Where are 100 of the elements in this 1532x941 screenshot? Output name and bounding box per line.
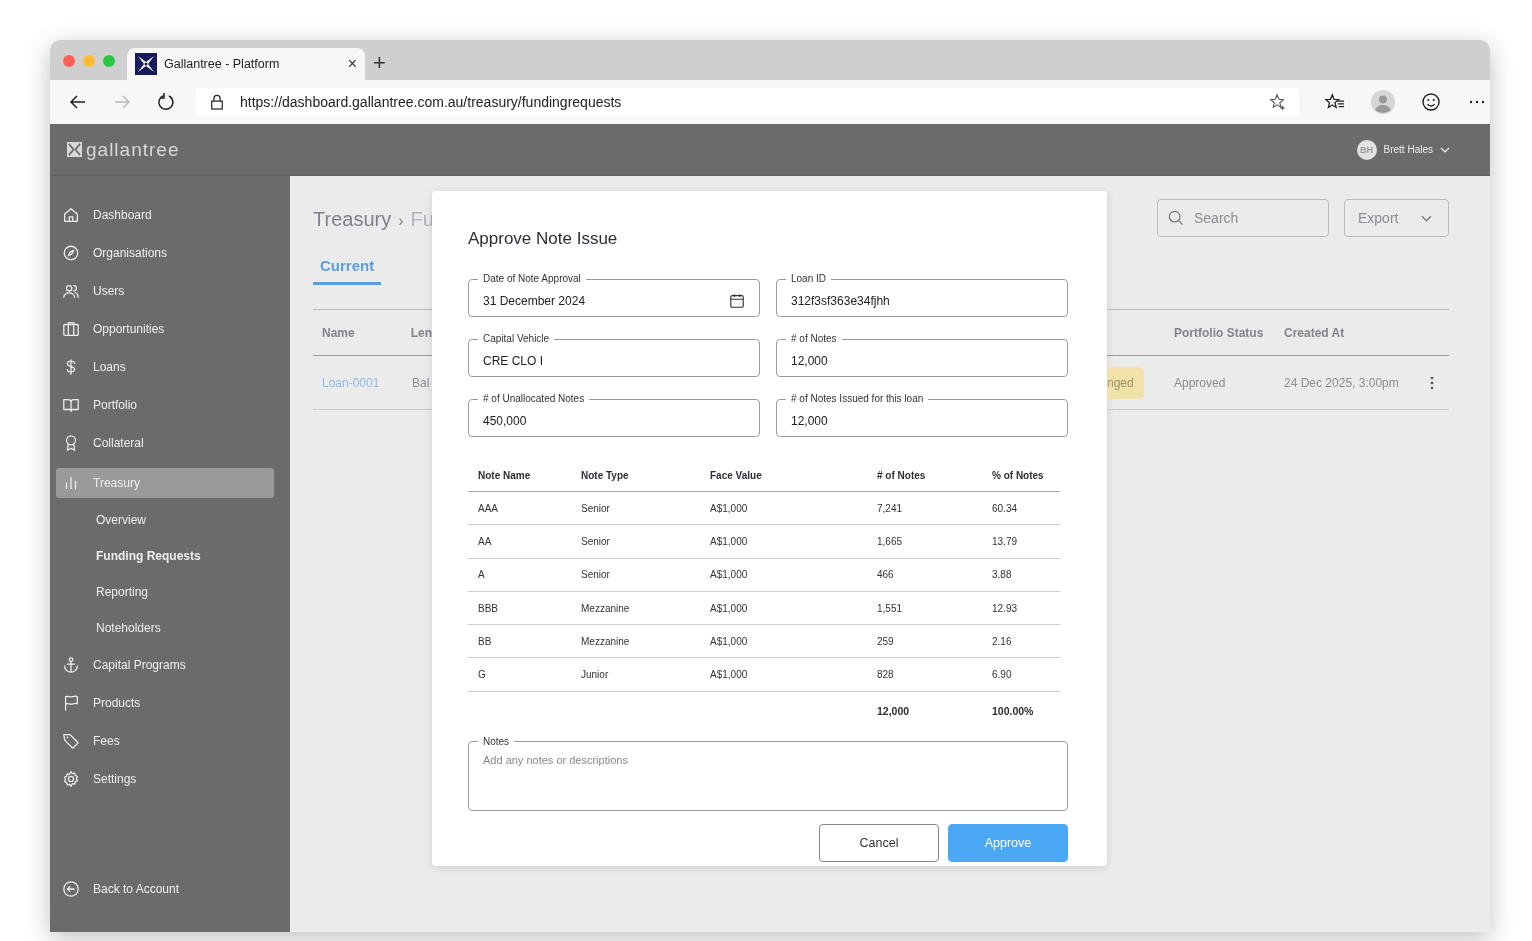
sidebar-subitem[interactable]: Reporting	[56, 574, 274, 610]
sidebar-item[interactable]: Portfolio	[56, 386, 274, 424]
book-icon	[62, 396, 80, 414]
sidebar-item[interactable]: Organisations	[56, 234, 274, 272]
table-cell-text: 828	[877, 669, 895, 681]
table-cell-text: 6.90	[992, 669, 1013, 681]
sidebar-item[interactable]: Treasury	[56, 468, 274, 498]
briefcase-icon	[62, 320, 80, 338]
user-menu[interactable]: BH Brett Hales	[1356, 139, 1450, 160]
table-cell-text: 3.88	[992, 569, 1013, 581]
table-cell-text: A$1,000	[710, 635, 749, 647]
chevron-down-icon	[1421, 214, 1432, 222]
sidebar-item[interactable]: Collateral	[56, 424, 274, 462]
approve-button[interactable]: Approve	[948, 823, 1068, 862]
notes-input[interactable]: Add any notes or descriptions	[483, 747, 1053, 788]
column-header: Portfolio Status	[1174, 325, 1265, 340]
users-icon	[62, 282, 80, 300]
table-cell-text: AA	[478, 535, 493, 547]
sidebar-item[interactable]: Products	[56, 684, 274, 722]
table-cell-text: A$1,000	[710, 602, 749, 614]
new-tab-button[interactable]: +	[365, 50, 386, 80]
table-cell-text: BBB	[478, 602, 499, 614]
table-cell-text: 60.34	[992, 502, 1019, 514]
table-cell-text: 1,551	[877, 602, 904, 614]
column-header: Face Value	[710, 469, 763, 481]
profile-icon[interactable]	[1371, 90, 1395, 114]
table-cell-text: A$1,000	[710, 535, 749, 547]
table-cell-text: 13.79	[992, 535, 1019, 547]
logo-icon	[67, 142, 82, 157]
notes-field[interactable]: Notes Add any notes or descriptions	[468, 735, 1068, 811]
field-label: Notes	[482, 735, 511, 748]
sidebar-item[interactable]: Dashboard	[56, 196, 274, 234]
table-cell-text: A$1,000	[710, 569, 749, 581]
calendar-icon[interactable]	[729, 292, 745, 309]
breadcrumb-separator: ›	[398, 212, 404, 230]
browser-tab[interactable]: Gallantree - Platform ×	[127, 48, 365, 80]
reload-icon[interactable]	[156, 92, 176, 112]
input-field[interactable]: Date of Note Approval 31 December 2024	[468, 273, 760, 317]
emoji-icon[interactable]	[1421, 92, 1441, 112]
table-cell-text: A$1,000	[710, 502, 749, 514]
column-header: Note Name	[478, 469, 532, 481]
star-plus-icon[interactable]	[1269, 93, 1287, 111]
status-badge: nged	[1107, 366, 1144, 399]
tab[interactable]: Current	[313, 257, 382, 285]
table-cell-text: 259	[877, 635, 895, 647]
input-field[interactable]: # of Notes 12,000	[776, 333, 1068, 377]
table-cell-text: AAA	[478, 502, 499, 514]
sidebar-subitem[interactable]: Funding Requests	[56, 538, 274, 574]
settings-icon	[62, 770, 80, 788]
table-cell-text: Junior	[581, 669, 610, 681]
table-cell-text: 466	[877, 569, 895, 581]
chevron-down-icon	[1440, 146, 1450, 153]
input-field[interactable]: Loan ID 312f3sf363e34fjhh	[776, 273, 1068, 317]
breadcrumb-current: Fu	[410, 208, 432, 231]
table-cell-text: A	[478, 569, 486, 581]
table-cell-text: 2.16	[992, 635, 1013, 647]
input-field[interactable]: Capital Vehicle CRE CLO I	[468, 333, 760, 377]
kebab-menu-icon[interactable]	[1430, 375, 1434, 390]
anchor-icon	[62, 656, 80, 674]
breadcrumb-link[interactable]: Treasury	[313, 208, 392, 231]
sidebar-item[interactable]: Loans	[56, 348, 274, 386]
table-cell-text: Senior	[581, 502, 611, 514]
export-dropdown[interactable]: Export	[1344, 199, 1449, 237]
column-header: Note Type	[581, 469, 630, 481]
search-field[interactable]: Search	[1157, 199, 1329, 237]
column-header: Created At	[1284, 325, 1346, 340]
lock-icon	[210, 94, 224, 110]
table-cell-text: G	[478, 669, 487, 681]
total-cell-text: 12,000	[877, 704, 911, 717]
close-tab-button[interactable]: ×	[347, 55, 357, 73]
sidebar-item[interactable]: Capital Programs	[56, 646, 274, 684]
table-cell-text: 7,241	[877, 502, 904, 514]
logo-text: gallantree	[86, 138, 180, 161]
column-header: Len	[410, 325, 432, 340]
table-cell-text: BB	[478, 635, 493, 647]
table-cell-text: Mezzanine	[581, 635, 631, 647]
table-cell-text: 24 Dec 2025, 3:00pm	[1284, 375, 1400, 390]
input-field[interactable]: # of Unallocated Notes 450,000	[468, 393, 760, 437]
input-field[interactable]: # of Notes Issued for this loan 12,000	[776, 393, 1068, 437]
column-header: # of Notes	[877, 469, 927, 481]
sidebar-item[interactable]: Fees	[56, 722, 274, 760]
search-input[interactable]: Search	[1192, 209, 1316, 227]
home-icon	[62, 206, 80, 224]
table-cell-text: 1,665	[877, 535, 904, 547]
search-icon	[1168, 210, 1184, 226]
cancel-button[interactable]: Cancel	[819, 823, 939, 862]
table-cell-text: 12.93	[992, 602, 1019, 614]
sidebar-item[interactable]: Users	[56, 272, 274, 310]
back-circle-icon	[62, 880, 80, 898]
back-to-account-link[interactable]: Back to Account	[56, 870, 274, 908]
sidebar-subitem[interactable]: Overview	[56, 502, 274, 538]
compass-icon	[62, 244, 80, 262]
tag-icon	[62, 732, 80, 750]
sidebar-subitem[interactable]: Noteholders	[56, 610, 274, 646]
sidebar-item[interactable]: Settings	[56, 760, 274, 798]
address-bar[interactable]: https://dashboard.gallantree.com.au/treasury/fundingrequests	[196, 88, 1299, 116]
table-cell-text: A$1,000	[710, 669, 749, 681]
sidebar-item[interactable]: Opportunities	[56, 310, 274, 348]
table-cell: Bal	[412, 375, 430, 390]
favorites-icon[interactable]	[1325, 92, 1345, 112]
